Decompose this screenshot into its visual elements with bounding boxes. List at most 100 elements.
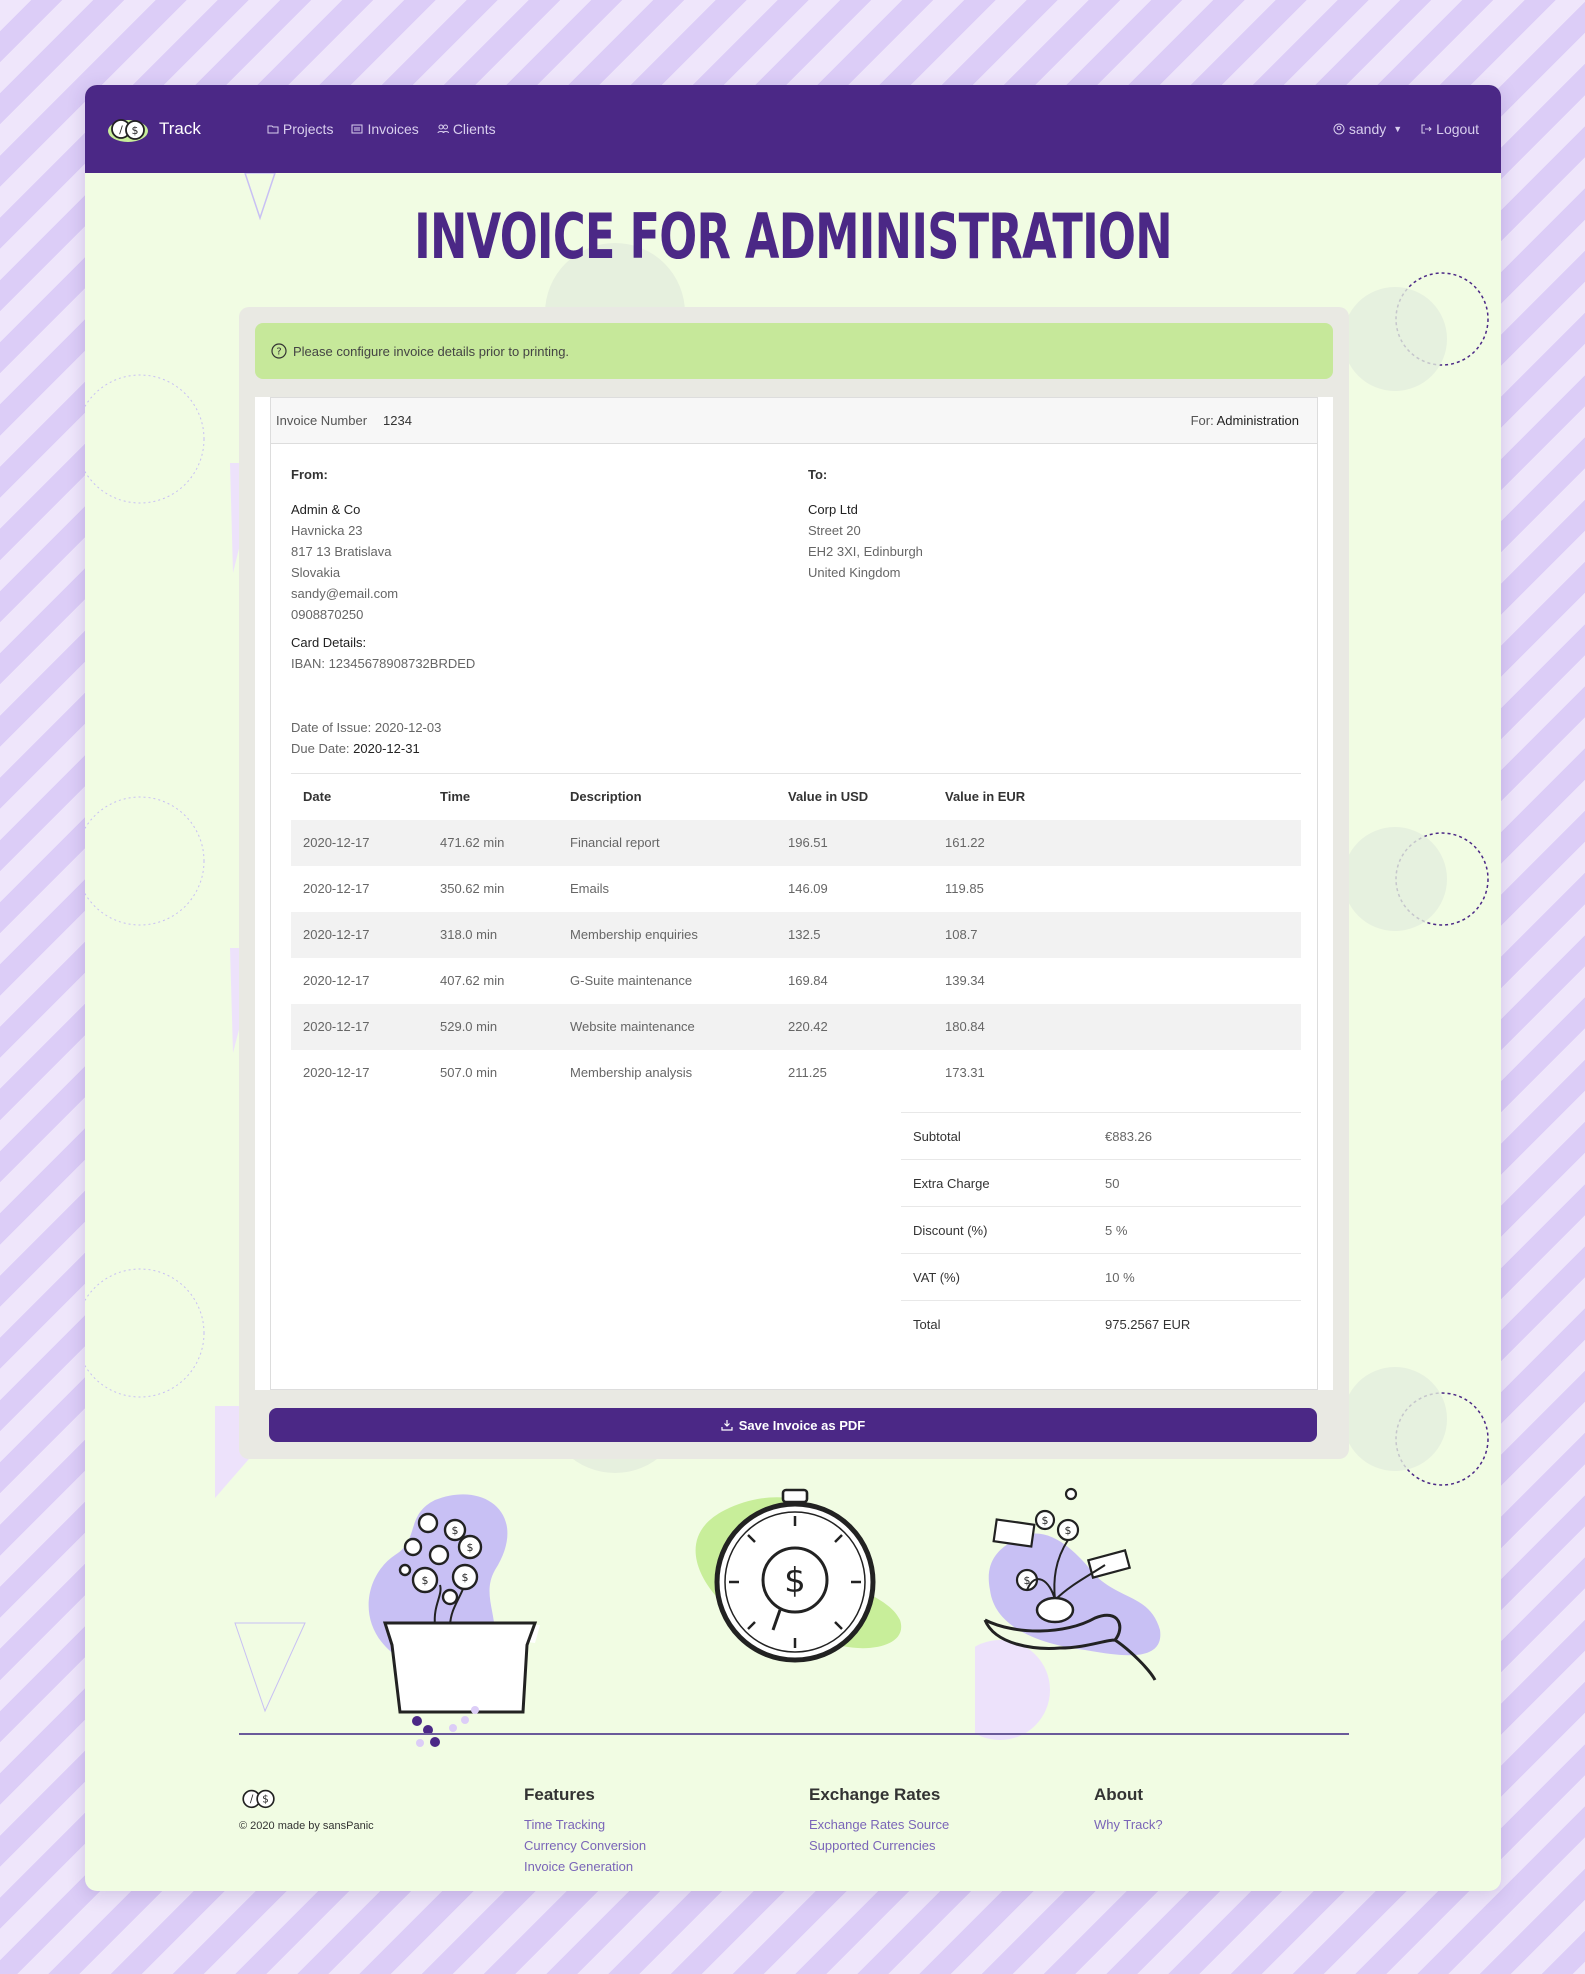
iban: IBAN: 12345678908732BRDED bbox=[291, 656, 476, 671]
due-date: 2020-12-31 bbox=[353, 741, 420, 756]
issue-date-label: Date of Issue: bbox=[291, 720, 372, 735]
cell-date: 2020-12-17 bbox=[303, 1065, 370, 1080]
coins-logo-icon: / $ bbox=[242, 1789, 275, 1809]
issue-date: 2020-12-03 bbox=[374, 720, 442, 735]
cell-usd: 146.09 bbox=[788, 881, 828, 896]
summary-discount-row: Discount (%) 5 % bbox=[901, 1206, 1301, 1254]
footer-link-currency-conversion[interactable]: Currency Conversion bbox=[524, 1835, 646, 1856]
nav-invoices[interactable]: Invoices bbox=[351, 121, 419, 137]
to-address-line: United Kingdom bbox=[808, 565, 901, 580]
money-hand-illustration: $ $ $ bbox=[975, 1487, 1161, 1740]
svg-text:$: $ bbox=[422, 1574, 429, 1587]
col-description: Description bbox=[558, 773, 776, 820]
invoice-number: 1234 bbox=[383, 413, 412, 428]
summary-vat-row: VAT (%) 10 % bbox=[901, 1253, 1301, 1301]
nav-clients[interactable]: Clients bbox=[437, 121, 496, 137]
cell-time: 350.62 min bbox=[440, 881, 505, 896]
svg-text:$: $ bbox=[462, 1571, 469, 1584]
cell-eur: 139.34 bbox=[945, 973, 985, 988]
from-party: From: Admin & Co Havnicka 23 817 13 Brat… bbox=[291, 464, 475, 674]
line-items-table: Date Time Description Value in USD Value… bbox=[291, 773, 1301, 1096]
footer-features-title: Features bbox=[524, 1785, 595, 1804]
svg-text:$: $ bbox=[452, 1524, 459, 1537]
cell-usd: 132.5 bbox=[788, 927, 821, 942]
cell-description: Membership enquiries bbox=[570, 927, 698, 942]
footer-link-invoice-generation[interactable]: Invoice Generation bbox=[524, 1856, 646, 1877]
footer-link-why-track[interactable]: Why Track? bbox=[1094, 1814, 1163, 1835]
from-label: From: bbox=[291, 467, 328, 482]
summary-total-row: Total 975.2567 EUR bbox=[901, 1300, 1301, 1348]
svg-text:$: $ bbox=[1024, 1574, 1031, 1587]
table-body: 2020-12-17 471.62 min Financial report 1… bbox=[291, 819, 1301, 1096]
footer-link-rates-source[interactable]: Exchange Rates Source bbox=[809, 1814, 949, 1835]
total-value: 975.2567 EUR bbox=[1093, 1300, 1301, 1348]
caret-down-icon: ▼ bbox=[1393, 124, 1403, 134]
footer-link-supported-currencies[interactable]: Supported Currencies bbox=[809, 1835, 949, 1856]
table-row: 2020-12-17 529.0 min Website maintenance… bbox=[291, 1003, 1301, 1050]
issue-date-row: Date of Issue: 2020-12-03 bbox=[291, 717, 441, 738]
svg-text:$: $ bbox=[1042, 1514, 1049, 1527]
cell-usd: 220.42 bbox=[788, 1019, 828, 1034]
cell-time: 318.0 min bbox=[440, 927, 498, 942]
subtotal-value: €883.26 bbox=[1093, 1112, 1301, 1160]
cell-time: 507.0 min bbox=[440, 1065, 498, 1080]
save-pdf-label: Save Invoice as PDF bbox=[738, 1417, 866, 1433]
page-title: INVOICE FOR ADMINISTRATION bbox=[414, 200, 1172, 273]
user-menu[interactable]: sandy ▼ bbox=[1333, 121, 1402, 137]
subtotal-label: Subtotal bbox=[901, 1112, 1093, 1160]
svg-text:/: / bbox=[119, 124, 123, 137]
discount-value: 5 % bbox=[1093, 1206, 1301, 1254]
nav-clients-label: Clients bbox=[452, 121, 496, 137]
cell-usd: 169.84 bbox=[788, 973, 828, 988]
col-time: Time bbox=[428, 773, 558, 820]
svg-text:/: / bbox=[250, 1795, 254, 1806]
footer-exchange-rates: Exchange Rates Exchange Rates Source Sup… bbox=[809, 1785, 949, 1856]
nav-links: Projects Invoices Clients bbox=[267, 121, 496, 137]
cell-usd: 211.25 bbox=[788, 1065, 827, 1080]
user-name: sandy bbox=[1348, 121, 1387, 137]
footer-exchange-title: Exchange Rates bbox=[809, 1785, 941, 1804]
cell-eur: 173.31 bbox=[945, 1065, 985, 1080]
navbar: / $ Track Projects Invoices Clients sand… bbox=[85, 85, 1501, 173]
brand-name: Track bbox=[159, 119, 201, 138]
cell-usd: 196.51 bbox=[788, 835, 828, 850]
cell-description: Membership analysis bbox=[570, 1065, 693, 1080]
svg-text:$: $ bbox=[262, 1795, 269, 1806]
footer-divider bbox=[239, 1733, 1349, 1735]
due-date-row: Due Date: 2020-12-31 bbox=[291, 738, 441, 759]
save-pdf-button[interactable]: Save Invoice as PDF bbox=[269, 1408, 1317, 1442]
cell-eur: 119.85 bbox=[945, 881, 984, 896]
extra-charge-label: Extra Charge bbox=[901, 1159, 1093, 1207]
summary-extra-charge-row: Extra Charge 50 bbox=[901, 1159, 1301, 1207]
invoice-panel: ? Please configure invoice details prior… bbox=[239, 307, 1349, 1459]
to-address-line: EH2 3XI, Edinburgh bbox=[808, 544, 923, 559]
footer-brand: / $ © 2020 made by sansPanic bbox=[239, 1785, 374, 1832]
cell-description: Emails bbox=[570, 881, 610, 896]
table-row: 2020-12-17 350.62 min Emails 146.09 119.… bbox=[291, 866, 1301, 912]
table-row: 2020-12-17 471.62 min Financial report 1… bbox=[291, 819, 1301, 866]
brand[interactable]: / $ Track bbox=[107, 115, 201, 143]
folder-icon bbox=[267, 125, 279, 134]
vat-label: VAT (%) bbox=[901, 1253, 1093, 1301]
cell-eur: 180.84 bbox=[945, 1019, 985, 1034]
footer-about: About Why Track? bbox=[1094, 1785, 1163, 1835]
col-value-eur: Value in EUR bbox=[933, 773, 1301, 820]
cell-date: 2020-12-17 bbox=[303, 1019, 370, 1034]
from-phone: 0908870250 bbox=[291, 607, 364, 622]
logout-link[interactable]: Logout bbox=[1420, 121, 1479, 137]
due-date-label: Due Date: bbox=[291, 741, 350, 756]
to-address-line: Street 20 bbox=[808, 523, 861, 538]
cell-description: Financial report bbox=[570, 835, 660, 850]
alert-text: Please configure invoice details prior t… bbox=[293, 343, 570, 359]
nav-projects[interactable]: Projects bbox=[267, 121, 333, 137]
invoice-for-label: For: bbox=[1190, 413, 1214, 428]
invoice-icon bbox=[351, 124, 363, 134]
question-circle-icon: ? bbox=[271, 343, 287, 359]
invoice-dates: Date of Issue: 2020-12-03 Due Date: 2020… bbox=[291, 717, 441, 759]
nav-invoices-label: Invoices bbox=[367, 121, 419, 137]
from-address-line: Havnicka 23 bbox=[291, 523, 363, 538]
cell-description: G-Suite maintenance bbox=[570, 973, 693, 988]
svg-text:$: $ bbox=[467, 1541, 474, 1554]
footer-link-time-tracking[interactable]: Time Tracking bbox=[524, 1814, 646, 1835]
table-row: 2020-12-17 318.0 min Membership enquirie… bbox=[291, 911, 1301, 958]
